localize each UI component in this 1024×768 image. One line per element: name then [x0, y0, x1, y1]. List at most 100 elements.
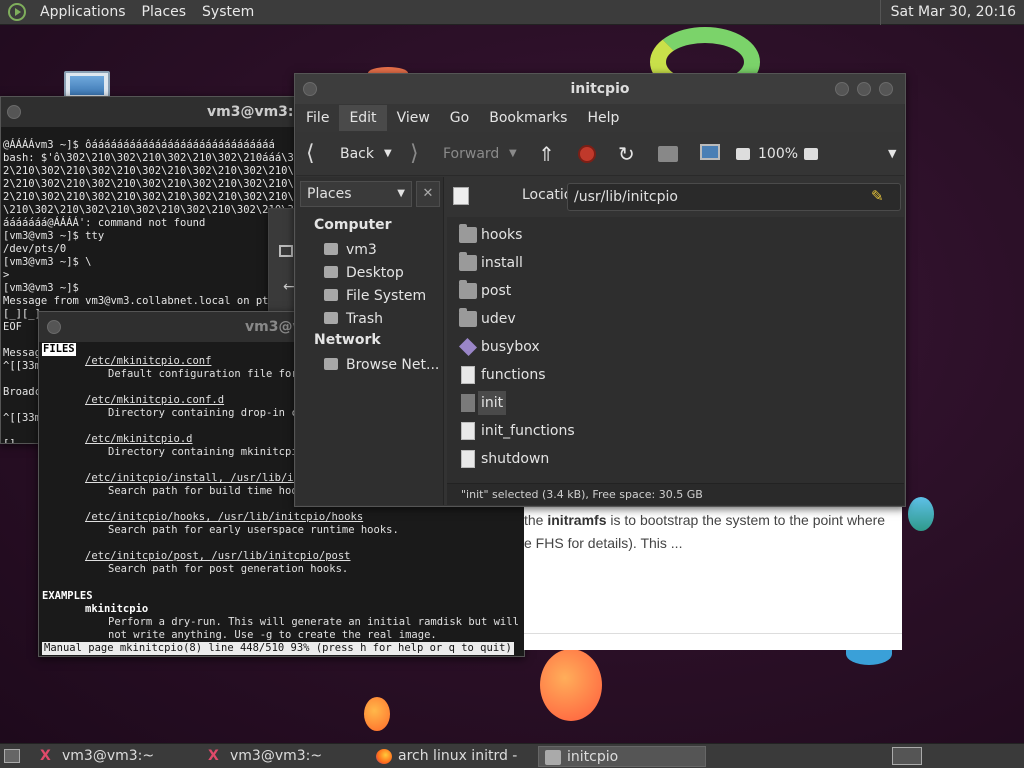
menu-view[interactable]: View [387, 105, 440, 131]
folder-icon [459, 280, 477, 299]
sidebar-group-network: Network [314, 332, 381, 348]
places-sidebar: Places ▼ ✕ Computer vm3 Desktop File System… [296, 177, 444, 505]
terminal-line: Messag [3, 347, 41, 359]
distro-logo-icon[interactable] [8, 3, 26, 21]
places-dropdown[interactable]: Places ▼ [300, 181, 412, 207]
zoom-out-icon[interactable] [736, 148, 750, 160]
file-manager-titlebar[interactable]: initcpio [295, 74, 905, 104]
chevron-down-icon: ▼ [397, 188, 405, 199]
file-manager-window[interactable]: initcpio File Edit View Go Bookmarks Hel… [294, 73, 906, 507]
terminal-1-titlebar[interactable]: vm3@vm3:~ [1, 97, 299, 127]
menu-bookmarks[interactable]: Bookmarks [479, 105, 577, 131]
panel-clock[interactable]: Sat Mar 30, 20:16 [879, 0, 1024, 25]
minimize-icon[interactable] [835, 82, 849, 96]
man-file-path: /etc/mkinitcpio.conf.d [85, 394, 225, 406]
desktop-icon [324, 266, 338, 278]
file-item-init-functions[interactable]: init_functions [459, 419, 639, 443]
sidebar-item-vm3[interactable]: vm3 [324, 240, 377, 260]
sidebar-close-button[interactable]: ✕ [416, 181, 440, 207]
menu-edit[interactable]: Edit [339, 105, 387, 131]
sidebar-item-trash[interactable]: Trash [324, 309, 383, 329]
folder-icon [459, 308, 477, 327]
man-file-path: /etc/mkinitcpio.conf [85, 355, 212, 367]
man-file-path: /etc/initcpio/install, /usr/lib/ini [85, 472, 307, 484]
file-item-functions[interactable]: functions [459, 363, 639, 387]
workspace-switcher-icon[interactable] [892, 747, 922, 765]
executable-icon [458, 337, 478, 357]
toolbar-overflow-icon[interactable]: ▼ [888, 132, 896, 176]
menu-file[interactable]: File [296, 105, 339, 131]
menu-help[interactable]: Help [577, 105, 629, 131]
sidebar-item-file-system[interactable]: File System [324, 286, 426, 306]
file-manager-title: initcpio [570, 81, 630, 97]
sidebar-item-browse-net[interactable]: Browse Net... [324, 355, 439, 375]
taskbar-item-file-manager[interactable]: initcpio [538, 746, 706, 767]
man-example-command: mkinitcpio [85, 603, 149, 615]
file-name: udev [481, 311, 516, 327]
sidebar-group-computer: Computer [314, 217, 392, 233]
menu-places[interactable]: Places [134, 0, 195, 25]
clear-location-icon[interactable]: ✎ [871, 187, 884, 205]
sidebar-item-desktop[interactable]: Desktop [324, 263, 404, 283]
file-name: functions [481, 367, 546, 383]
man-file-description: Search path for build time hook [108, 485, 304, 497]
terminal-line: Message from vm3@vm3.collabnet.local on … [3, 295, 288, 307]
browser-window-peek[interactable]: the initramfs is to bootstrap the system… [524, 507, 902, 650]
terminal-line: /dev/pts/0 [3, 243, 67, 255]
terminal-line: \210\302\210\302\210\302\210\302\210\302… [3, 204, 300, 216]
show-desktop-icon[interactable] [4, 749, 20, 763]
terminal-line: [vm3@vm3 ~]$ \ [3, 256, 92, 268]
stop-icon[interactable] [578, 145, 596, 163]
terminal-line: Broadc [3, 386, 41, 398]
sidebar-item-label: Browse Net... [346, 357, 440, 373]
browser-divider [524, 633, 902, 634]
location-input[interactable]: /usr/lib/initcpio [567, 183, 901, 211]
file-name: busybox [481, 339, 540, 355]
file-item-hooks[interactable]: hooks [459, 223, 639, 247]
edit-location-icon[interactable] [453, 187, 469, 205]
forward-button[interactable]: Forward [443, 132, 499, 176]
forward-arrow-icon[interactable]: ⟩ [410, 132, 419, 176]
folder-icon [459, 252, 477, 271]
zoom-in-icon[interactable] [804, 148, 818, 160]
man-examples-heading: EXAMPLES [42, 590, 93, 602]
wallpaper-blob [364, 697, 390, 731]
file-manager-menubar: File Edit View Go Bookmarks Help [296, 104, 904, 132]
menu-system[interactable]: System [194, 0, 262, 25]
back-history-dropdown-icon[interactable]: ▼ [384, 132, 392, 176]
back-arrow-icon[interactable]: ⟨ [306, 132, 315, 176]
menu-applications[interactable]: Applications [32, 0, 134, 25]
forward-history-dropdown-icon[interactable]: ▼ [509, 132, 517, 176]
close-icon[interactable] [879, 82, 893, 96]
window-menu-icon[interactable] [7, 105, 21, 119]
file-item-post[interactable]: post [459, 279, 639, 303]
man-file-description: Search path for early userspace runtime … [108, 524, 399, 536]
computer-icon[interactable] [700, 144, 720, 160]
reload-icon[interactable]: ↻ [618, 132, 635, 176]
menu-go[interactable]: Go [440, 105, 479, 131]
window-menu-icon[interactable] [47, 320, 61, 334]
terminal-line: @ÁÁÁÁvm3 ~]$ ôáááááááááááááááááááááááááá… [3, 139, 275, 151]
taskbar-item-terminal-2[interactable]: X vm3@vm3:~ [202, 746, 362, 767]
sidebar-item-label: vm3 [346, 242, 377, 258]
browser-text-line-1: the initramfs is to bootstrap the system… [524, 512, 886, 528]
home-icon[interactable] [658, 146, 678, 162]
man-status-line: Manual page mkinitcpio(8) line 448/510 9… [42, 642, 514, 655]
filesystem-icon [324, 289, 338, 301]
file-item-init[interactable]: init [459, 391, 639, 415]
terminal-line: 2\210\302\210\302\210\302\210\302\210\30… [3, 178, 300, 190]
taskbar-item-browser[interactable]: arch linux initrd - G... [370, 746, 530, 767]
maximize-icon[interactable] [857, 82, 871, 96]
taskbar-item-terminal-1[interactable]: X vm3@vm3:~ [34, 746, 194, 767]
file-list: hooks install post udev busybox functions init… [447, 217, 904, 485]
window-menu-icon[interactable] [303, 82, 317, 96]
file-item-busybox[interactable]: busybox [458, 335, 639, 359]
browser-text-line-2: e FHS for details). This ... [524, 535, 683, 551]
up-arrow-icon[interactable]: ⇑ [538, 132, 555, 176]
back-button[interactable]: Back [340, 132, 374, 176]
file-item-udev[interactable]: udev [459, 307, 639, 331]
home-icon [324, 243, 338, 255]
file-item-shutdown[interactable]: shutdown [459, 447, 639, 471]
file-item-install[interactable]: install [459, 251, 639, 275]
man-files-heading: FILES [42, 343, 76, 356]
